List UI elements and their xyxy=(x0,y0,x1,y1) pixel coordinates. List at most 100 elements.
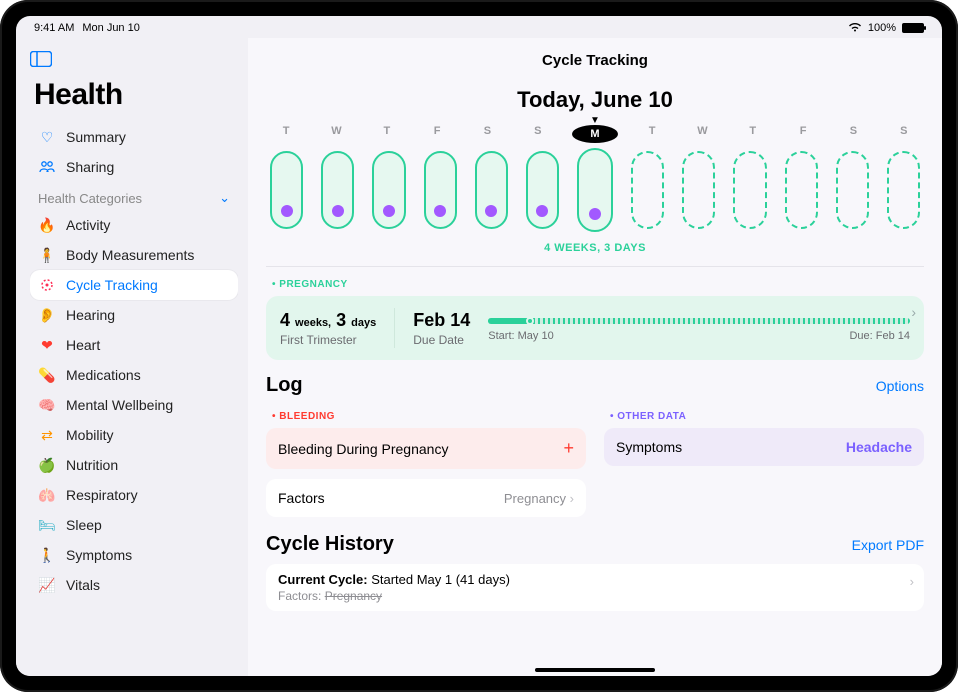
sidebar-item-mobility[interactable]: ⇄ Mobility xyxy=(30,420,238,450)
sidebar-item-sleep[interactable]: 🛏 Sleep xyxy=(30,510,238,540)
battery-percent: 100% xyxy=(868,22,896,34)
pregnancy-section-label: PREGNANCY xyxy=(272,279,924,290)
sidebar-item-body-measurements[interactable]: 🧍 Body Measurements xyxy=(30,240,238,270)
sidebar-item-vitals[interactable]: 📈 Vitals xyxy=(30,570,238,600)
brain-icon: 🧠 xyxy=(38,396,56,414)
day-pill[interactable] xyxy=(424,151,457,229)
sidebar-item-respiratory[interactable]: 🫁 Respiratory xyxy=(30,480,238,510)
cycle-history-title: Cycle History xyxy=(266,533,394,556)
flame-icon: 🔥 xyxy=(38,216,56,234)
arrows-icon: ⇄ xyxy=(38,426,56,444)
battery-icon xyxy=(902,23,924,33)
day-pill[interactable] xyxy=(475,151,508,229)
day-letter: W xyxy=(686,125,718,143)
sidebar-item-activity[interactable]: 🔥 Activity xyxy=(30,210,238,240)
day-pill-future[interactable] xyxy=(785,151,818,229)
screen: 9:41 AM Mon Jun 10 100% ••• Health xyxy=(16,16,942,676)
day-letter: S xyxy=(888,125,920,143)
sidebar-item-label: Medications xyxy=(66,367,141,383)
export-pdf-link[interactable]: Export PDF xyxy=(852,537,924,553)
log-title: Log xyxy=(266,374,303,397)
days-unit: days xyxy=(351,317,376,329)
plus-icon[interactable]: + xyxy=(563,438,574,459)
weeks-unit: weeks, xyxy=(295,317,331,329)
day-pill-future[interactable] xyxy=(631,151,664,229)
cycle-history-card[interactable]: › Current Cycle: Started May 1 (41 days)… xyxy=(266,564,924,611)
day-letter: F xyxy=(787,125,819,143)
day-pill-future[interactable] xyxy=(733,151,766,229)
factors-card[interactable]: Factors Pregnancy xyxy=(266,479,586,517)
sidebar-item-label: Cycle Tracking xyxy=(66,277,158,293)
day-letter: S xyxy=(471,125,503,143)
day-pill[interactable] xyxy=(526,151,559,229)
day-pill[interactable] xyxy=(270,151,303,229)
today-title: Today, June 10 xyxy=(266,87,924,113)
symptoms-card[interactable]: Symptoms Headache xyxy=(604,428,924,466)
home-indicator[interactable] xyxy=(535,668,655,672)
factors-value: Pregnancy xyxy=(504,491,574,506)
cycle-duration: 4 WEEKS, 3 DAYS xyxy=(266,242,924,254)
chevron-right-icon: › xyxy=(911,304,916,320)
sidebar-item-summary[interactable]: ♡ Summary xyxy=(30,122,238,152)
symptom-dot-icon xyxy=(485,205,497,217)
day-labels: T W T F S S ▼ M T W T F S xyxy=(266,125,924,143)
sidebar-section-header[interactable]: Health Categories ⌄ xyxy=(38,190,230,206)
pregnancy-progress-block: 4 weeks, 3 days First Trimester xyxy=(280,310,376,347)
sidebar-item-hearing[interactable]: 👂 Hearing xyxy=(30,300,238,330)
day-pill[interactable] xyxy=(372,151,405,229)
sidebar-item-heart[interactable]: ❤ Heart xyxy=(30,330,238,360)
weeks-number: 4 xyxy=(280,310,290,330)
day-pill-today[interactable] xyxy=(577,148,613,232)
sidebar-item-cycle-tracking[interactable]: Cycle Tracking xyxy=(30,270,238,300)
ipad-frame: 9:41 AM Mon Jun 10 100% ••• Health xyxy=(0,0,958,692)
section-label: Health Categories xyxy=(38,191,142,206)
day-pill-future[interactable] xyxy=(887,151,920,229)
sidebar-item-label: Hearing xyxy=(66,307,115,323)
chevron-right-icon: › xyxy=(910,574,914,589)
lungs-icon: 🫁 xyxy=(38,486,56,504)
sidebar-item-mental-wellbeing[interactable]: 🧠 Mental Wellbeing xyxy=(30,390,238,420)
cycle-icon xyxy=(38,276,56,294)
day-letter: T xyxy=(737,125,769,143)
day-strip[interactable]: T W T F S S ▼ M T W T F S xyxy=(266,125,924,254)
day-letter: T xyxy=(371,125,403,143)
current-cycle-text: Started May 1 (41 days) xyxy=(368,572,510,587)
sidebar-item-label: Vitals xyxy=(66,577,100,593)
sidebar-item-label: Sharing xyxy=(66,159,114,175)
symptom-dot-icon xyxy=(383,205,395,217)
sidebar-item-label: Body Measurements xyxy=(66,247,194,263)
day-pill[interactable] xyxy=(321,151,354,229)
apple-icon: 🍏 xyxy=(38,456,56,474)
status-bar: 9:41 AM Mon Jun 10 100% xyxy=(16,16,942,38)
walk-icon: 🚶 xyxy=(38,546,56,564)
person-icon: 🧍 xyxy=(38,246,56,264)
bleeding-section-label: BLEEDING xyxy=(272,411,586,422)
pregnancy-progress-bar: Start: May 10 Due: Feb 14 xyxy=(488,314,910,342)
sidebar-item-label: Activity xyxy=(66,217,110,233)
sidebar-item-label: Heart xyxy=(66,337,100,353)
day-pill-future[interactable] xyxy=(836,151,869,229)
heart-icon: ❤ xyxy=(38,336,56,354)
bed-icon: 🛏 xyxy=(38,516,56,534)
sidebar-toggle-icon[interactable] xyxy=(30,51,52,72)
sidebar-item-label: Respiratory xyxy=(66,487,138,503)
today-marker: M xyxy=(572,125,618,143)
sidebar-item-sharing[interactable]: Sharing xyxy=(30,152,238,182)
bleeding-item-label: Bleeding During Pregnancy xyxy=(278,441,448,457)
sidebar-item-label: Mental Wellbeing xyxy=(66,397,173,413)
symptom-dot-icon xyxy=(589,208,601,220)
sidebar-item-symptoms[interactable]: 🚶 Symptoms xyxy=(30,540,238,570)
symptom-dot-icon xyxy=(536,205,548,217)
due-date-value: Feb 14 xyxy=(413,310,470,331)
factors-title: Factors xyxy=(278,490,325,506)
day-pill-future[interactable] xyxy=(682,151,715,229)
sidebar-item-nutrition[interactable]: 🍏 Nutrition xyxy=(30,450,238,480)
wifi-icon xyxy=(848,22,862,35)
sidebar-item-medications[interactable]: 💊 Medications xyxy=(30,360,238,390)
bleeding-card[interactable]: Bleeding During Pregnancy + xyxy=(266,428,586,469)
day-letter: T xyxy=(270,125,302,143)
options-link[interactable]: Options xyxy=(876,378,924,394)
day-letter: F xyxy=(421,125,453,143)
pregnancy-card[interactable]: › 4 weeks, 3 days First Trimester Feb 14 xyxy=(266,296,924,360)
sidebar-item-label: Symptoms xyxy=(66,547,132,563)
